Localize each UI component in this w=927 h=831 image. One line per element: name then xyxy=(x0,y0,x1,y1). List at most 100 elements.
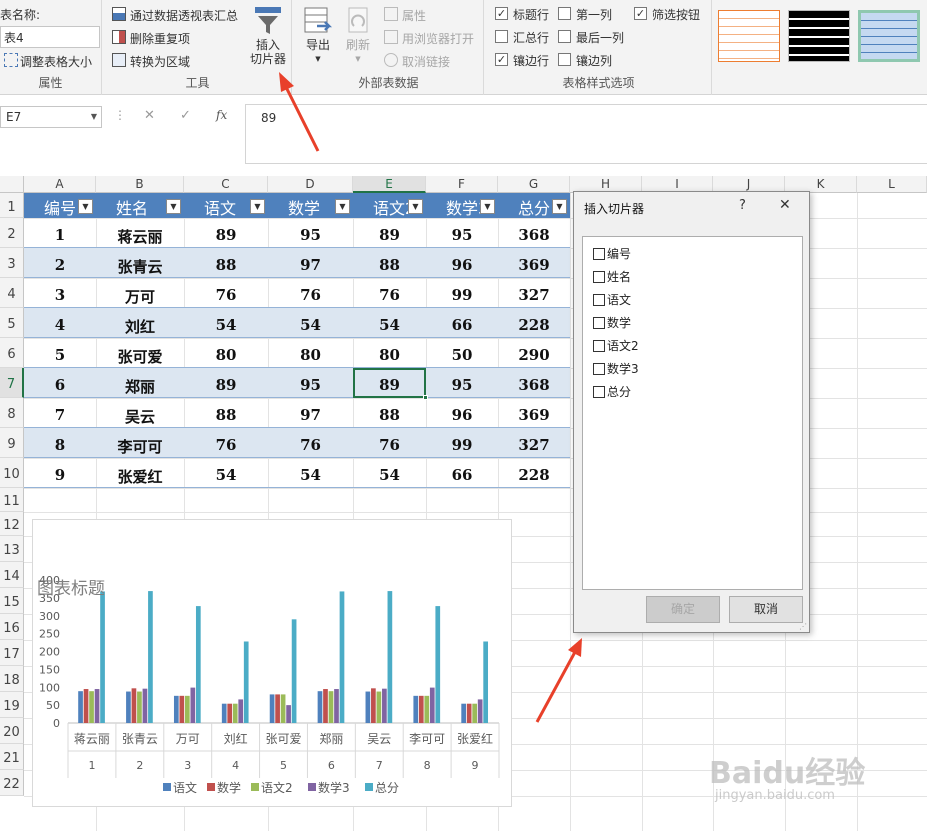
row-header-10[interactable]: 10 xyxy=(0,458,24,488)
summarize-pivot-button[interactable]: 通过数据透视表汇总 xyxy=(130,7,238,24)
bar-数学-蒋云丽 xyxy=(83,689,89,723)
row-header-6[interactable]: 6 xyxy=(0,338,24,368)
chart[interactable]: 图表标题 0 50 100 150 200 250 300 350 400 蒋云丽 1 张青云 2 万可 3… xyxy=(32,519,512,807)
checkbox-icon[interactable] xyxy=(593,317,605,329)
table-name-input[interactable]: 表4 xyxy=(0,26,100,48)
resize-table-button[interactable]: 调整表格大小 xyxy=(20,53,92,70)
x-group-label: 4 xyxy=(232,759,239,772)
name-box[interactable]: E7 ▼ xyxy=(0,106,102,128)
row-header-1[interactable]: 1 xyxy=(0,193,24,218)
slicer-field-checkbox[interactable]: 语文 xyxy=(593,291,631,308)
table-style-blue-selected[interactable] xyxy=(858,10,920,62)
checkbox-icon[interactable] xyxy=(593,248,605,260)
row-header-19[interactable]: 19 xyxy=(0,692,24,718)
row-header-20[interactable]: 20 xyxy=(0,718,24,744)
row-header-22[interactable]: 22 xyxy=(0,770,24,796)
checkbox-icon[interactable] xyxy=(593,340,605,352)
checkbox-icon[interactable] xyxy=(593,294,605,306)
export-button[interactable]: 导出 ▼ xyxy=(300,6,336,68)
insert-slicer-button[interactable]: 插入 切片器 xyxy=(246,6,290,70)
confirm-edit-icon[interactable]: ✓ xyxy=(180,108,191,123)
checkbox-icon[interactable] xyxy=(593,386,605,398)
row-header-12[interactable]: 12 xyxy=(0,512,24,536)
banded-columns-checkbox[interactable] xyxy=(558,53,571,66)
column-header-l[interactable]: L xyxy=(857,176,927,193)
row-header-9[interactable]: 9 xyxy=(0,428,24,458)
table-properties-button[interactable]: 属性 xyxy=(402,7,426,24)
row-header-16[interactable]: 16 xyxy=(0,614,24,640)
row-header-5[interactable]: 5 xyxy=(0,308,24,338)
row-header-17[interactable]: 17 xyxy=(0,640,24,666)
bar-语文-万可 xyxy=(173,695,179,723)
bar-语文-吴云 xyxy=(365,691,371,723)
bar-数学3-郑丽 xyxy=(334,689,339,723)
slicer-field-checkbox[interactable]: 语文2 xyxy=(593,337,639,354)
row-header-15[interactable]: 15 xyxy=(0,588,24,614)
refresh-button[interactable]: 刷新 ▼ xyxy=(340,6,376,68)
bar-数学-刘红 xyxy=(227,703,233,723)
row-header-7[interactable]: 7 xyxy=(0,368,24,398)
table-style-orange[interactable] xyxy=(718,10,780,62)
help-icon[interactable]: ? xyxy=(739,198,746,213)
resize-grip-icon[interactable]: ⋰ xyxy=(799,622,807,631)
x-category-label: 刘红 xyxy=(224,731,248,746)
bar-总分-蒋云丽 xyxy=(100,591,105,723)
remove-duplicates-icon xyxy=(112,30,126,44)
bar-语文2-刘红 xyxy=(232,703,238,723)
slicer-field-checkbox[interactable]: 编号 xyxy=(593,245,631,262)
row-header-11[interactable]: 11 xyxy=(0,488,24,512)
checkbox-icon[interactable] xyxy=(593,363,605,375)
last-column-checkbox[interactable] xyxy=(558,30,571,43)
filter-button-checkbox[interactable]: ✓ xyxy=(634,7,647,20)
checkbox-icon[interactable] xyxy=(593,271,605,283)
properties-group: 表名称: 表4 调整表格大小 属性 xyxy=(0,0,102,95)
convert-to-range-button[interactable]: 转换为区域 xyxy=(130,53,190,70)
column-header-b[interactable]: B xyxy=(96,176,184,193)
row-header-8[interactable]: 8 xyxy=(0,398,24,428)
slicer-field-checkbox[interactable]: 数学 xyxy=(593,314,631,331)
name-box-dropdown-icon[interactable]: ▼ xyxy=(91,112,97,121)
row-header-3[interactable]: 3 xyxy=(0,248,24,278)
table-style-black[interactable] xyxy=(788,10,850,62)
column-header-g[interactable]: G xyxy=(498,176,570,193)
banded-rows-checkbox[interactable]: ✓ xyxy=(495,53,508,66)
ok-button[interactable]: 确定 xyxy=(646,596,720,623)
column-header-a[interactable]: A xyxy=(24,176,96,193)
slicer-field-checkbox[interactable]: 总分 xyxy=(593,383,631,400)
row-header-18[interactable]: 18 xyxy=(0,666,24,692)
header-row-checkbox[interactable]: ✓ xyxy=(495,7,508,20)
x-category-label: 万可 xyxy=(176,732,200,746)
slicer-field-checkbox[interactable]: 姓名 xyxy=(593,268,631,285)
column-header-c[interactable]: C xyxy=(184,176,268,193)
insert-function-icon[interactable]: fx xyxy=(216,108,227,122)
row-header-2[interactable]: 2 xyxy=(0,218,24,248)
column-header-f[interactable]: F xyxy=(426,176,498,193)
formula-input[interactable]: 89 xyxy=(245,104,927,164)
slicer-field-label: 语文 xyxy=(607,293,632,307)
slicer-field-checkbox[interactable]: 数学3 xyxy=(593,360,639,377)
bar-数学-张青云 xyxy=(131,688,137,723)
column-header-e[interactable]: E xyxy=(353,176,426,193)
field-list[interactable]: 编号姓名语文数学语文2 数学3 总分 xyxy=(582,236,803,590)
table-styles-gallery xyxy=(714,0,927,95)
first-column-checkbox[interactable] xyxy=(558,7,571,20)
open-in-browser-button[interactable]: 用浏览器打开 xyxy=(402,30,474,47)
cancel-edit-icon[interactable]: ✕ xyxy=(144,108,155,123)
row-header-4[interactable]: 4 xyxy=(0,278,24,308)
row-header-21[interactable]: 21 xyxy=(0,744,24,770)
cancel-button[interactable]: 取消 xyxy=(729,596,803,623)
column-header-d[interactable]: D xyxy=(268,176,353,193)
unlink-button[interactable]: 取消链接 xyxy=(402,53,450,70)
chart-title[interactable]: 图表标题 xyxy=(37,574,105,599)
row-header-14[interactable]: 14 xyxy=(0,562,24,588)
remove-duplicates-button[interactable]: 删除重复项 xyxy=(130,30,190,47)
bar-总分-张可爱 xyxy=(291,619,297,723)
last-column-label: 最后一列 xyxy=(576,31,625,45)
table-name-label: 表名称: xyxy=(0,8,41,22)
row-header-13[interactable]: 13 xyxy=(0,536,24,562)
x-group-label: 3 xyxy=(184,759,191,772)
close-icon[interactable]: ✕ xyxy=(779,197,791,213)
legend-label: 总分 xyxy=(375,781,399,795)
total-row-checkbox[interactable] xyxy=(495,30,508,43)
select-all-corner[interactable] xyxy=(0,176,24,193)
